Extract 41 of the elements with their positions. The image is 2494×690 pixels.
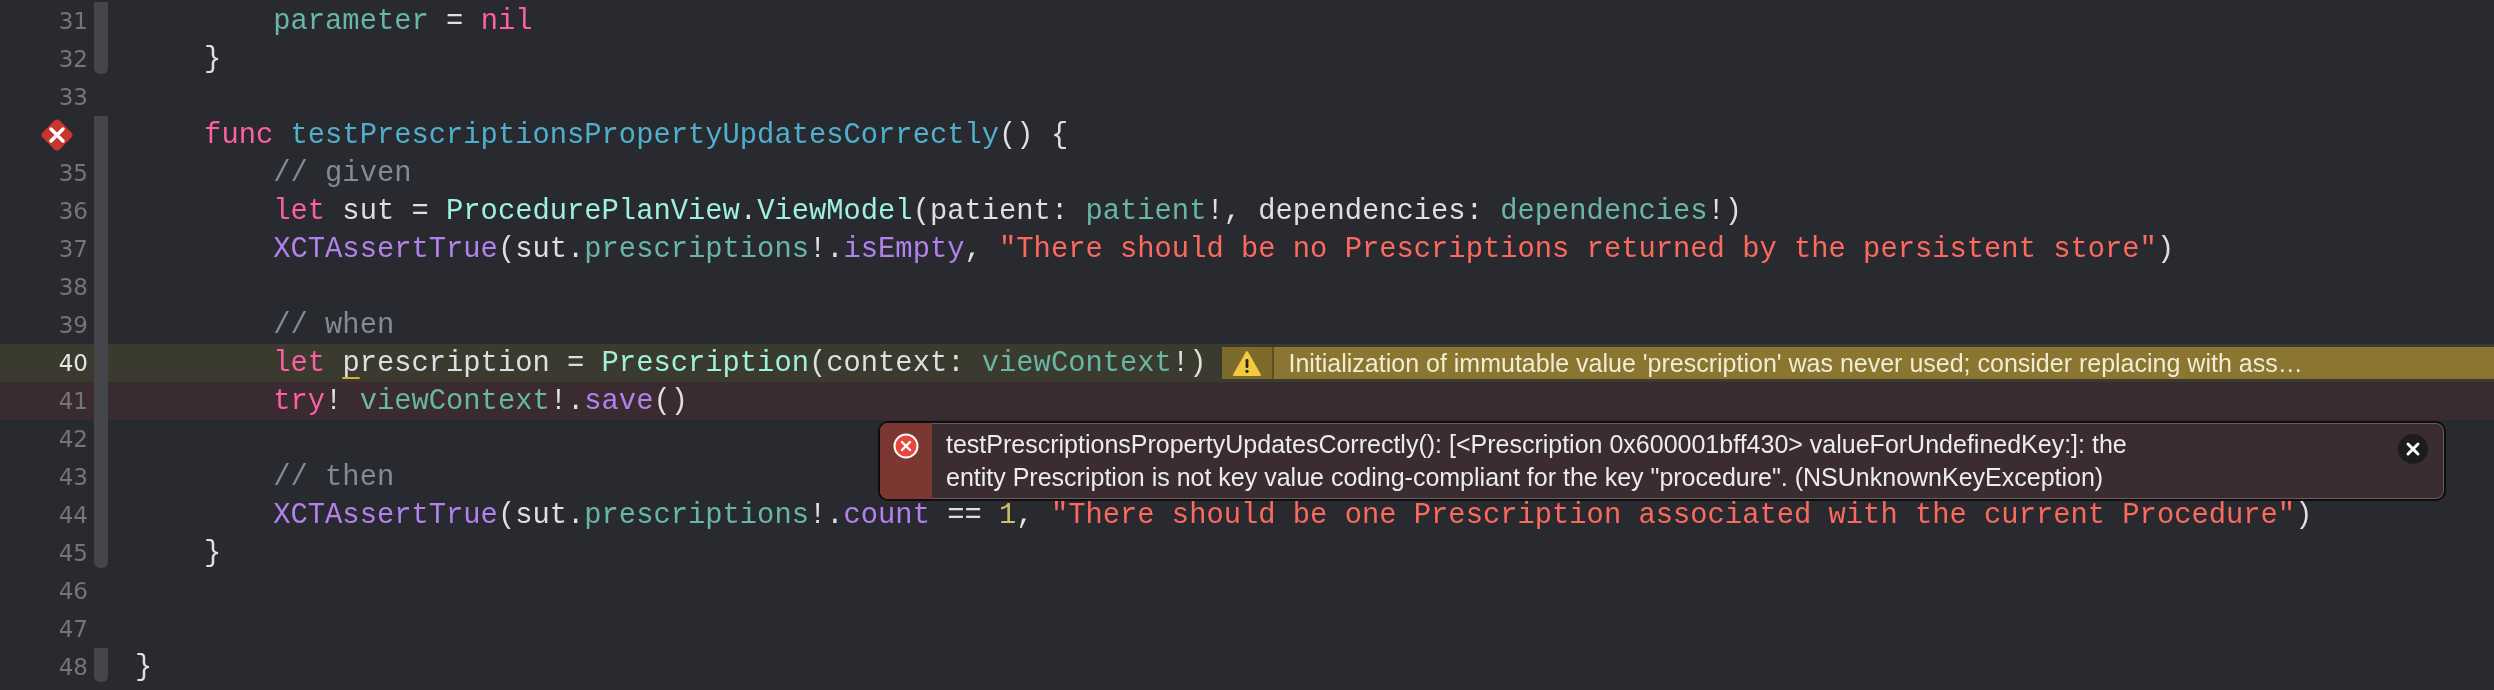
line-number: 38: [58, 274, 88, 300]
code-line: }: [203, 42, 222, 76]
line-number: 45: [58, 540, 88, 566]
line-number: 48: [58, 654, 88, 680]
line-number: 33: [58, 84, 88, 110]
line-number: 43: [58, 464, 88, 490]
warning-annotation[interactable]: Initialization of immutable value 'prescription' was never used; consider replacing with ass…: [1222, 347, 2494, 379]
line-number: 31: [58, 8, 88, 34]
fold-ribbon[interactable]: [94, 40, 108, 74]
line-number: 36: [58, 198, 88, 224]
line-number: 47: [58, 616, 88, 642]
code-line: func testPrescriptionsPropertyUpdatesCorrectly() {: [203, 118, 1069, 152]
code-line: // when: [272, 308, 395, 342]
code-line: parameter = nil: [272, 4, 533, 38]
code-line: let prescription = Prescription(context: viewContext!): [272, 346, 1207, 380]
code-line: }: [135, 650, 153, 684]
line-number: 41: [58, 388, 88, 414]
code-line: XCTAssertTrue(sut.prescriptions!.count == 1, "There should be one Prescription associated with the current Procedure"): [272, 498, 2313, 532]
code-line: try! viewContext!.save(): [272, 384, 688, 418]
fold-ribbon[interactable]: [94, 116, 108, 154]
line-number: 46: [58, 578, 88, 604]
line-number: 44: [58, 502, 88, 528]
error-message: testPrescriptionsPropertyUpdatesCorrectly(): [<Prescription 0x600001bff430> valueForUndefinedKey:]: the entity Prescription is not key value coding-compliant for the key "procedure". (NSUnknownKeyException): [945, 429, 2128, 493]
warning-icon: [1232, 349, 1263, 377]
warning-message: Initialization of immutable value 'prescription' was never used; consider replacing with ass…: [1288, 348, 2303, 378]
error-icon: [893, 433, 919, 459]
line-number: 40: [58, 350, 88, 376]
fold-ribbon[interactable]: [94, 534, 108, 568]
code-line: }: [203, 536, 222, 570]
code-line: XCTAssertTrue(sut.prescriptions!.isEmpty, "There should be no Prescriptions returned by the persistent store"): [272, 232, 2175, 266]
line-number: 37: [58, 236, 88, 262]
fold-ribbon[interactable]: [94, 648, 108, 682]
fold-ribbon[interactable]: [94, 2, 108, 40]
line-number: 39: [58, 312, 88, 338]
code-line: // given: [272, 156, 412, 190]
line-number: 42: [58, 426, 88, 452]
close-button[interactable]: [2398, 434, 2428, 464]
code-line: let sut = ProcedurePlanView.ViewModel(patient: patient!, dependencies: dependencies!): [272, 194, 1743, 228]
line-number: 35: [58, 160, 88, 186]
line-number: 32: [58, 46, 88, 72]
code-line: // then: [272, 460, 395, 494]
